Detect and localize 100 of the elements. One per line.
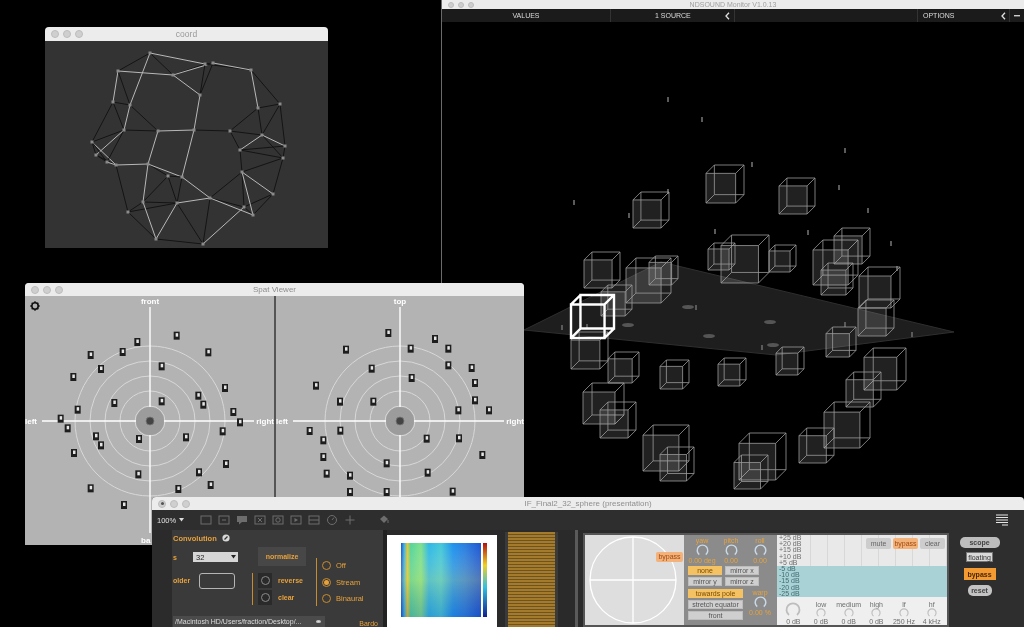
cube (778, 177, 816, 215)
floor-marker (682, 305, 694, 309)
speaker-marker[interactable] (407, 344, 414, 353)
speaker-marker[interactable] (219, 427, 226, 436)
speaker-marker[interactable] (87, 484, 94, 493)
floor-marker (764, 320, 776, 324)
cube (798, 427, 835, 464)
speaker-marker[interactable] (93, 432, 99, 441)
x-box-icon[interactable] (254, 514, 267, 526)
speaker-marker[interactable] (472, 379, 478, 387)
cube (632, 191, 670, 229)
speaker-marker[interactable] (347, 488, 353, 496)
window-title: Spat Viewer (253, 285, 296, 294)
caret-icon (179, 518, 185, 522)
cube (825, 326, 857, 358)
speaker-marker[interactable] (183, 433, 189, 442)
cube (823, 401, 871, 449)
speaker-marker[interactable] (196, 468, 202, 477)
speaker-marker[interactable] (175, 485, 182, 493)
highlighted-cube[interactable] (569, 293, 616, 340)
speaker-marker[interactable] (158, 362, 165, 371)
speaker-marker[interactable] (383, 459, 390, 468)
speaker-marker[interactable] (70, 373, 77, 381)
speaker-marker[interactable] (432, 335, 438, 343)
speaker-marker[interactable] (320, 436, 327, 445)
speaker-marker[interactable] (134, 338, 141, 346)
speaker-marker[interactable] (320, 453, 327, 461)
list-icon[interactable] (996, 514, 1008, 526)
speaker-marker[interactable] (445, 361, 452, 370)
speaker-marker[interactable] (98, 441, 104, 450)
speaker-marker[interactable] (313, 381, 319, 390)
speaker-marker[interactable] (173, 331, 180, 340)
cube (600, 284, 633, 317)
axis-label: left (276, 417, 288, 426)
minimize-icon[interactable] (1014, 14, 1020, 17)
gauge-icon[interactable] (326, 514, 339, 526)
edit-icon[interactable] (221, 534, 230, 542)
speaker-marker[interactable] (207, 481, 214, 489)
speaker-marker[interactable] (136, 435, 142, 443)
cube (775, 346, 805, 376)
speaker-marker[interactable] (445, 344, 452, 353)
speaker-marker[interactable] (456, 434, 462, 443)
speaker-marker[interactable] (223, 460, 229, 468)
bucket-icon[interactable] (378, 514, 391, 526)
speaker-marker[interactable] (158, 397, 165, 406)
cube (582, 382, 625, 425)
speaker-marker[interactable] (424, 468, 431, 477)
speaker-marker[interactable] (135, 470, 142, 479)
speaker-marker[interactable] (222, 384, 228, 392)
cube (717, 357, 747, 387)
speaker-marker[interactable] (337, 397, 343, 406)
speaker-marker[interactable] (71, 449, 77, 457)
speaker-marker[interactable] (200, 400, 207, 409)
cube (738, 432, 787, 481)
toggle-button[interactable] (258, 573, 272, 588)
speaker-marker[interactable] (479, 451, 486, 459)
speaker-marker[interactable] (472, 396, 478, 405)
speaker-marker[interactable] (385, 329, 392, 337)
speaker-marker[interactable] (57, 414, 64, 423)
speaker-marker[interactable] (449, 487, 456, 496)
folder-field[interactable] (199, 572, 235, 589)
cube (583, 251, 621, 289)
speaker-marker[interactable] (368, 364, 375, 373)
speaker-marker[interactable] (205, 348, 212, 357)
speaker-marker[interactable] (64, 424, 71, 433)
speaker-marker[interactable] (230, 408, 237, 416)
cube (858, 266, 901, 309)
speaker-marker[interactable] (343, 345, 349, 354)
axis-label: front (140, 297, 160, 306)
speaker-marker[interactable] (98, 365, 104, 373)
speaker-marker[interactable] (237, 418, 243, 427)
chevron-left-icon[interactable] (1000, 11, 1006, 20)
chevron-left-icon[interactable] (724, 11, 730, 20)
speaker-marker[interactable] (119, 348, 126, 356)
speaker-marker[interactable] (306, 427, 313, 435)
speaker-marker[interactable] (337, 426, 344, 435)
settings-icon[interactable] (30, 301, 40, 311)
speaker-marker[interactable] (383, 488, 390, 496)
cube (607, 351, 640, 384)
speaker-marker[interactable] (347, 471, 353, 480)
speaker-marker[interactable] (486, 406, 492, 415)
cube (570, 331, 609, 370)
speaker-marker[interactable] (370, 397, 377, 406)
toggle-button[interactable] (258, 590, 272, 605)
speaker-marker[interactable] (195, 391, 202, 400)
speaker-marker[interactable] (111, 399, 118, 407)
caret-icon (231, 555, 236, 559)
comment-icon[interactable] (236, 514, 249, 526)
floor-marker (622, 323, 634, 327)
speaker-marker[interactable] (121, 501, 127, 509)
speaker-marker[interactable] (408, 374, 415, 382)
listener-sphere-icon (145, 416, 155, 426)
speaker-marker[interactable] (455, 406, 462, 415)
speaker-marker[interactable] (423, 434, 430, 443)
speaker-marker[interactable] (323, 469, 330, 478)
speaker-marker[interactable] (468, 364, 475, 372)
close-button[interactable] (158, 499, 166, 508)
speaker-marker[interactable] (74, 405, 81, 414)
speaker-marker[interactable] (87, 351, 94, 359)
floor-marker (767, 343, 779, 347)
